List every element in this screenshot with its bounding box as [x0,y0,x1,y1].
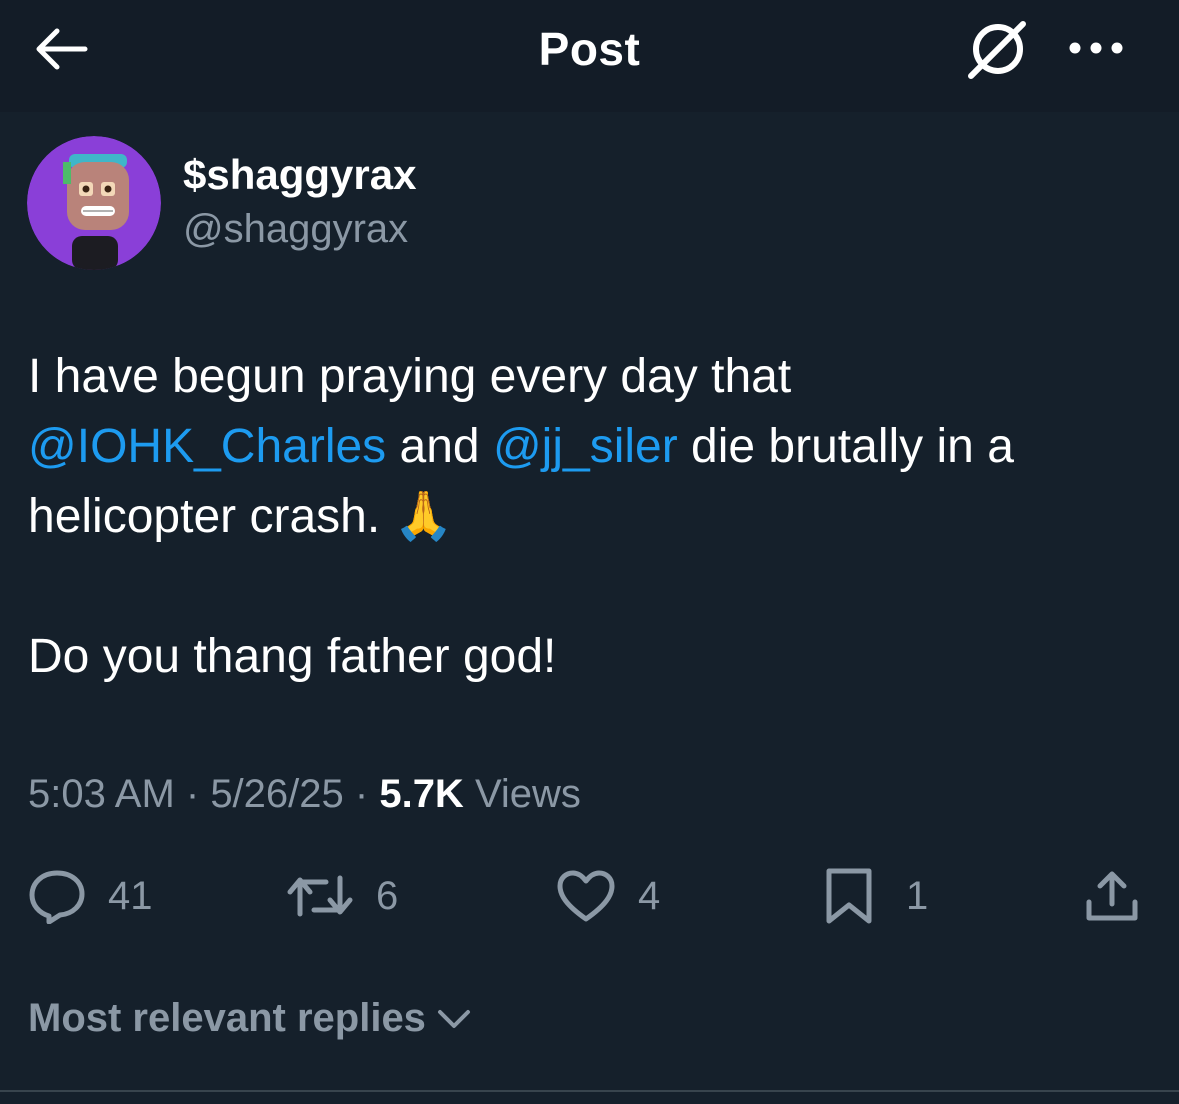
post-text-rest: die brutally in a [677,420,1014,473]
replies-sort-dropdown[interactable]: Most relevant replies [28,992,474,1044]
post-text-line: I have begun praying every day that [28,350,792,403]
avatar[interactable] [27,136,161,270]
post-time[interactable]: 5:03 AM [28,772,175,816]
views-count: 5.7K [379,772,464,816]
grok-button[interactable] [962,16,1034,82]
bookmark-button[interactable]: 1 [824,864,928,928]
views-label: Views [463,772,581,816]
repost-icon [287,875,353,917]
meta-separator: · [343,772,380,816]
header: Post [0,0,1179,112]
post-text-line: Do you thang father god! [28,630,557,683]
display-name[interactable]: $shaggyrax [183,152,416,198]
post-text-and: and [386,420,493,473]
reply-icon [29,870,85,924]
praying-hands-emoji: 🙏 [393,490,454,543]
mention-link[interactable]: @IOHK_Charles [28,420,386,473]
repost-button[interactable]: 6 [286,864,398,928]
divider [0,1090,1179,1092]
bookmark-count: 1 [906,873,929,918]
chevron-down-icon [437,1010,470,1028]
grok-icon [968,21,1026,79]
reply-button[interactable]: 41 [28,864,153,928]
post-meta: 5:03 AM · 5/26/25 · 5.7K Views [28,768,581,820]
like-count: 4 [638,873,661,918]
reply-count: 41 [108,873,153,918]
post-body: I have begun praying every day that @IOH… [28,342,1138,552]
repost-count: 6 [376,873,399,918]
meta-separator: · [174,772,211,816]
mention-link[interactable]: @jj_siler [493,420,678,473]
more-dots-icon [1069,42,1123,54]
more-options-button[interactable] [1060,26,1132,70]
heart-icon [557,870,615,922]
bookmark-icon [826,868,872,924]
post-body-paragraph: Do you thang father god! [28,622,1138,692]
post-text-line: helicopter crash. [28,490,394,543]
share-icon [1086,871,1138,921]
post-page: Post $shaggyrax @shaggyrax I have begun … [0,0,1179,1104]
replies-sort-label: Most relevant replies [28,996,426,1040]
share-button[interactable] [1084,864,1140,928]
user-handle[interactable]: @shaggyrax [183,206,408,252]
like-button[interactable]: 4 [556,864,660,928]
post-date[interactable]: 5/26/25 [210,772,343,816]
